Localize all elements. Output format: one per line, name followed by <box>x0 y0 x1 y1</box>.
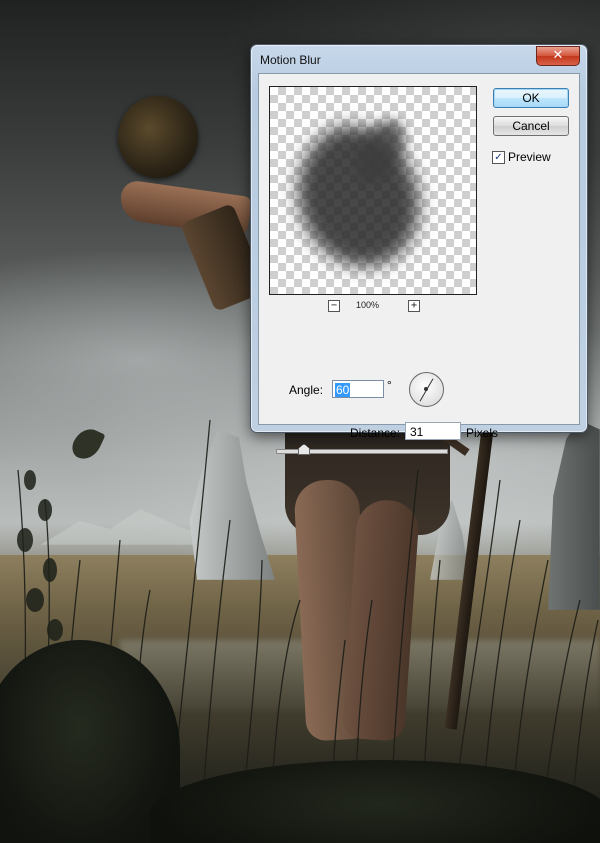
distance-input[interactable]: 31 <box>405 422 461 440</box>
blur-preview-pane[interactable] <box>269 86 477 295</box>
zoom-controls: − 100% + <box>269 299 475 313</box>
ok-button[interactable]: OK <box>493 88 569 108</box>
close-button[interactable]: ✕ <box>536 46 580 66</box>
dialog-titlebar[interactable]: Motion Blur ✕ <box>251 45 587 73</box>
angle-label: Angle: <box>289 383 324 397</box>
zoom-out-icon[interactable]: − <box>328 300 340 312</box>
angle-dial-icon[interactable] <box>409 372 444 407</box>
zoom-level: 100% <box>356 300 380 310</box>
degree-symbol: ° <box>387 378 392 392</box>
dialog-title: Motion Blur <box>260 53 321 67</box>
distance-label: Distance: <box>350 426 401 440</box>
cancel-button[interactable]: Cancel <box>493 116 569 136</box>
motion-blur-dialog: Motion Blur ✕ − 100% + OK Cancel ✓ Previ… <box>250 44 588 455</box>
preview-checkbox[interactable]: ✓ <box>492 151 505 164</box>
dialog-content: − 100% + OK Cancel ✓ Preview Angle: 60 °… <box>258 73 580 455</box>
zoom-in-icon[interactable]: + <box>408 300 420 312</box>
angle-value: 60 <box>335 383 351 397</box>
distance-unit: Pixels <box>466 426 499 440</box>
angle-dial-center <box>424 387 428 391</box>
blurred-leaf-preview <box>270 105 448 289</box>
angle-input[interactable]: 60 <box>332 380 384 398</box>
preview-checkbox-label[interactable]: Preview <box>508 150 551 164</box>
close-icon: ✕ <box>552 48 564 63</box>
